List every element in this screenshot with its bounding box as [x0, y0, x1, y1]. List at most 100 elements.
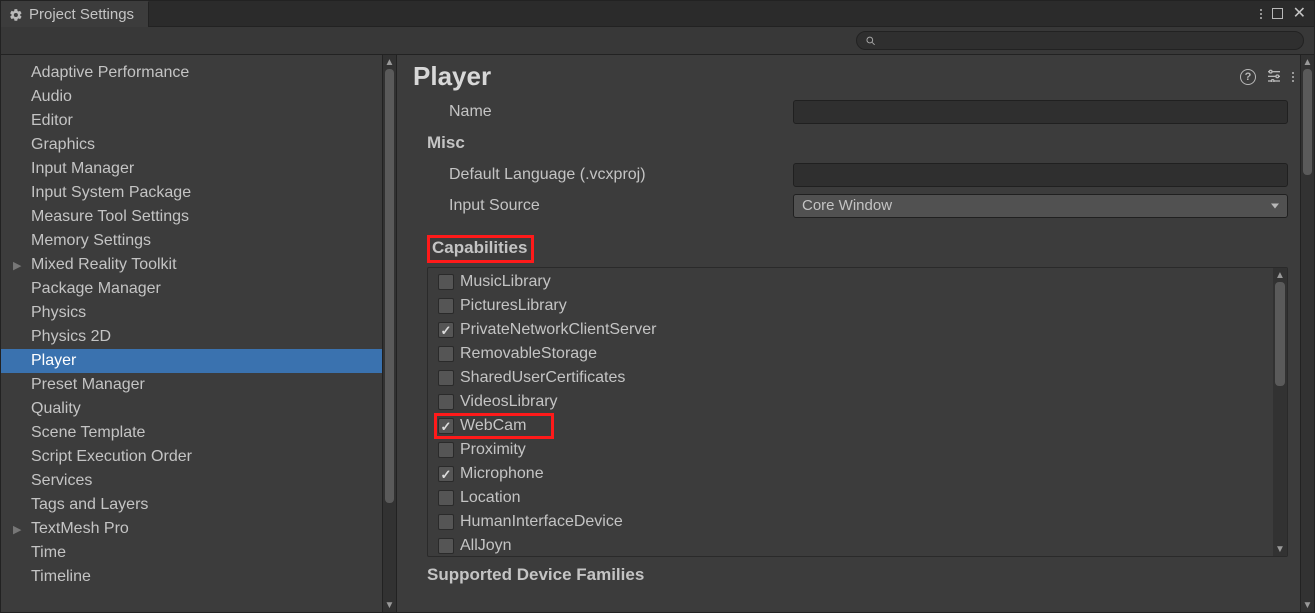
default-lang-input[interactable] — [793, 163, 1288, 187]
sidebar-item[interactable]: Services — [1, 469, 382, 493]
sidebar-item[interactable]: Player — [1, 349, 382, 373]
sidebar-item-label: Audio — [31, 88, 72, 106]
scroll-down-icon[interactable]: ▼ — [1273, 542, 1287, 556]
preset-icon[interactable] — [1266, 68, 1282, 86]
panel-menu-icon[interactable] — [1292, 72, 1294, 82]
capability-row: PicturesLibrary — [428, 294, 1273, 318]
capabilities-list: MusicLibraryPicturesLibraryPrivateNetwor… — [428, 268, 1273, 556]
sidebar-item[interactable]: Physics 2D — [1, 325, 382, 349]
window-menu-icon[interactable] — [1260, 9, 1262, 19]
main: Player ? Name Misc — [397, 55, 1314, 612]
main-content: Player ? Name Misc — [397, 55, 1300, 612]
sidebar-item[interactable]: Script Execution Order — [1, 445, 382, 469]
scroll-up-icon[interactable]: ▲ — [1301, 55, 1314, 69]
capability-checkbox[interactable] — [438, 346, 454, 362]
close-icon[interactable]: ✕ — [1293, 6, 1306, 22]
sidebar-item[interactable]: Memory Settings — [1, 229, 382, 253]
main-scrollbar[interactable]: ▲ ▼ — [1300, 55, 1314, 612]
sidebar-item[interactable]: ▶Mixed Reality Toolkit — [1, 253, 382, 277]
supported-families-heading: Supported Device Families — [397, 557, 1300, 591]
capabilities-box: MusicLibraryPicturesLibraryPrivateNetwor… — [427, 267, 1288, 557]
sidebar-item[interactable]: Editor — [1, 109, 382, 133]
capability-row: Microphone — [428, 462, 1273, 486]
main-header: Player ? — [397, 55, 1300, 96]
capability-label: Proximity — [460, 441, 526, 459]
capability-checkbox[interactable] — [438, 298, 454, 314]
default-lang-row: Default Language (.vcxproj) — [397, 159, 1300, 190]
capability-checkbox[interactable] — [438, 514, 454, 530]
input-source-label: Input Source — [427, 197, 793, 215]
scrollbar-thumb[interactable] — [1275, 282, 1285, 386]
capability-row: RemovableStorage — [428, 342, 1273, 366]
sidebar-item[interactable]: Graphics — [1, 133, 382, 157]
sidebar-item[interactable]: Package Manager — [1, 277, 382, 301]
titlebar-spacer — [149, 1, 1252, 26]
titlebar-tab-label: Project Settings — [29, 6, 134, 23]
titlebar-tab[interactable]: Project Settings — [1, 1, 149, 27]
page-title: Player — [413, 61, 491, 92]
sidebar-item[interactable]: Input Manager — [1, 157, 382, 181]
capability-checkbox[interactable] — [438, 418, 454, 434]
sidebar-item-label: Physics 2D — [31, 328, 111, 346]
scroll-down-icon[interactable]: ▼ — [1301, 598, 1314, 612]
capability-label: PicturesLibrary — [460, 297, 567, 315]
capability-row: SharedUserCertificates — [428, 366, 1273, 390]
sidebar-scrollbar[interactable]: ▲ ▼ — [382, 55, 396, 612]
sidebar-item-label: Package Manager — [31, 280, 161, 298]
sidebar-item-label: Preset Manager — [31, 376, 145, 394]
capability-row: Proximity — [428, 438, 1273, 462]
sidebar: Adaptive PerformanceAudioEditorGraphicsI… — [1, 55, 397, 612]
help-icon[interactable]: ? — [1240, 69, 1256, 85]
capability-label: Location — [460, 489, 521, 507]
input-source-row: Input Source Core Window — [397, 190, 1300, 221]
capability-checkbox[interactable] — [438, 322, 454, 338]
gear-icon — [9, 8, 23, 22]
sidebar-item-label: Script Execution Order — [31, 448, 192, 466]
name-input[interactable] — [793, 100, 1288, 124]
capability-checkbox[interactable] — [438, 394, 454, 410]
titlebar: Project Settings ✕ — [1, 1, 1314, 27]
search-field[interactable] — [856, 31, 1304, 50]
capability-checkbox[interactable] — [438, 274, 454, 290]
capability-label: MusicLibrary — [460, 273, 551, 291]
scroll-up-icon[interactable]: ▲ — [383, 55, 396, 69]
sidebar-item[interactable]: Input System Package — [1, 181, 382, 205]
titlebar-controls: ✕ — [1252, 1, 1314, 26]
sidebar-item[interactable]: Timeline — [1, 565, 382, 589]
capabilities-scrollbar[interactable]: ▲ ▼ — [1273, 268, 1287, 556]
scroll-up-icon[interactable]: ▲ — [1273, 268, 1287, 282]
sidebar-item[interactable]: Audio — [1, 85, 382, 109]
scrollbar-thumb[interactable] — [1303, 69, 1312, 175]
name-label: Name — [427, 103, 793, 121]
sidebar-item-label: TextMesh Pro — [31, 520, 129, 538]
sidebar-item[interactable]: ▶ TextMesh Pro — [1, 517, 382, 541]
capability-checkbox[interactable] — [438, 370, 454, 386]
search-input[interactable] — [883, 33, 1295, 48]
capability-checkbox[interactable] — [438, 490, 454, 506]
chevron-right-icon[interactable]: ▶ — [13, 523, 21, 536]
default-lang-label: Default Language (.vcxproj) — [427, 166, 793, 184]
sidebar-item[interactable]: Measure Tool Settings — [1, 205, 382, 229]
sidebar-item[interactable]: Tags and Layers — [1, 493, 382, 517]
scroll-down-icon[interactable]: ▼ — [383, 598, 396, 612]
sidebar-item[interactable]: Preset Manager — [1, 373, 382, 397]
scrollbar-thumb[interactable] — [385, 69, 394, 503]
sidebar-item[interactable]: Adaptive Performance — [1, 61, 382, 85]
sidebar-item[interactable]: Physics — [1, 301, 382, 325]
capability-label: WebCam — [460, 417, 526, 435]
sidebar-item[interactable]: Scene Template — [1, 421, 382, 445]
capabilities-heading-row: Capabilities — [397, 235, 1300, 267]
capability-checkbox[interactable] — [438, 442, 454, 458]
sidebar-item-label: Tags and Layers — [31, 496, 148, 514]
capability-checkbox[interactable] — [438, 466, 454, 482]
maximize-icon[interactable] — [1272, 8, 1283, 19]
capability-checkbox[interactable] — [438, 538, 454, 554]
capability-label: VideosLibrary — [460, 393, 558, 411]
sidebar-item[interactable]: Time — [1, 541, 382, 565]
sidebar-item[interactable]: Quality — [1, 397, 382, 421]
chevron-right-icon[interactable]: ▶ — [13, 259, 21, 272]
capability-row: AllJoyn — [428, 534, 1273, 556]
sidebar-item-label: Input System Package — [31, 184, 191, 202]
input-source-select[interactable]: Core Window — [793, 194, 1288, 218]
sidebar-item-label: Player — [31, 352, 76, 370]
